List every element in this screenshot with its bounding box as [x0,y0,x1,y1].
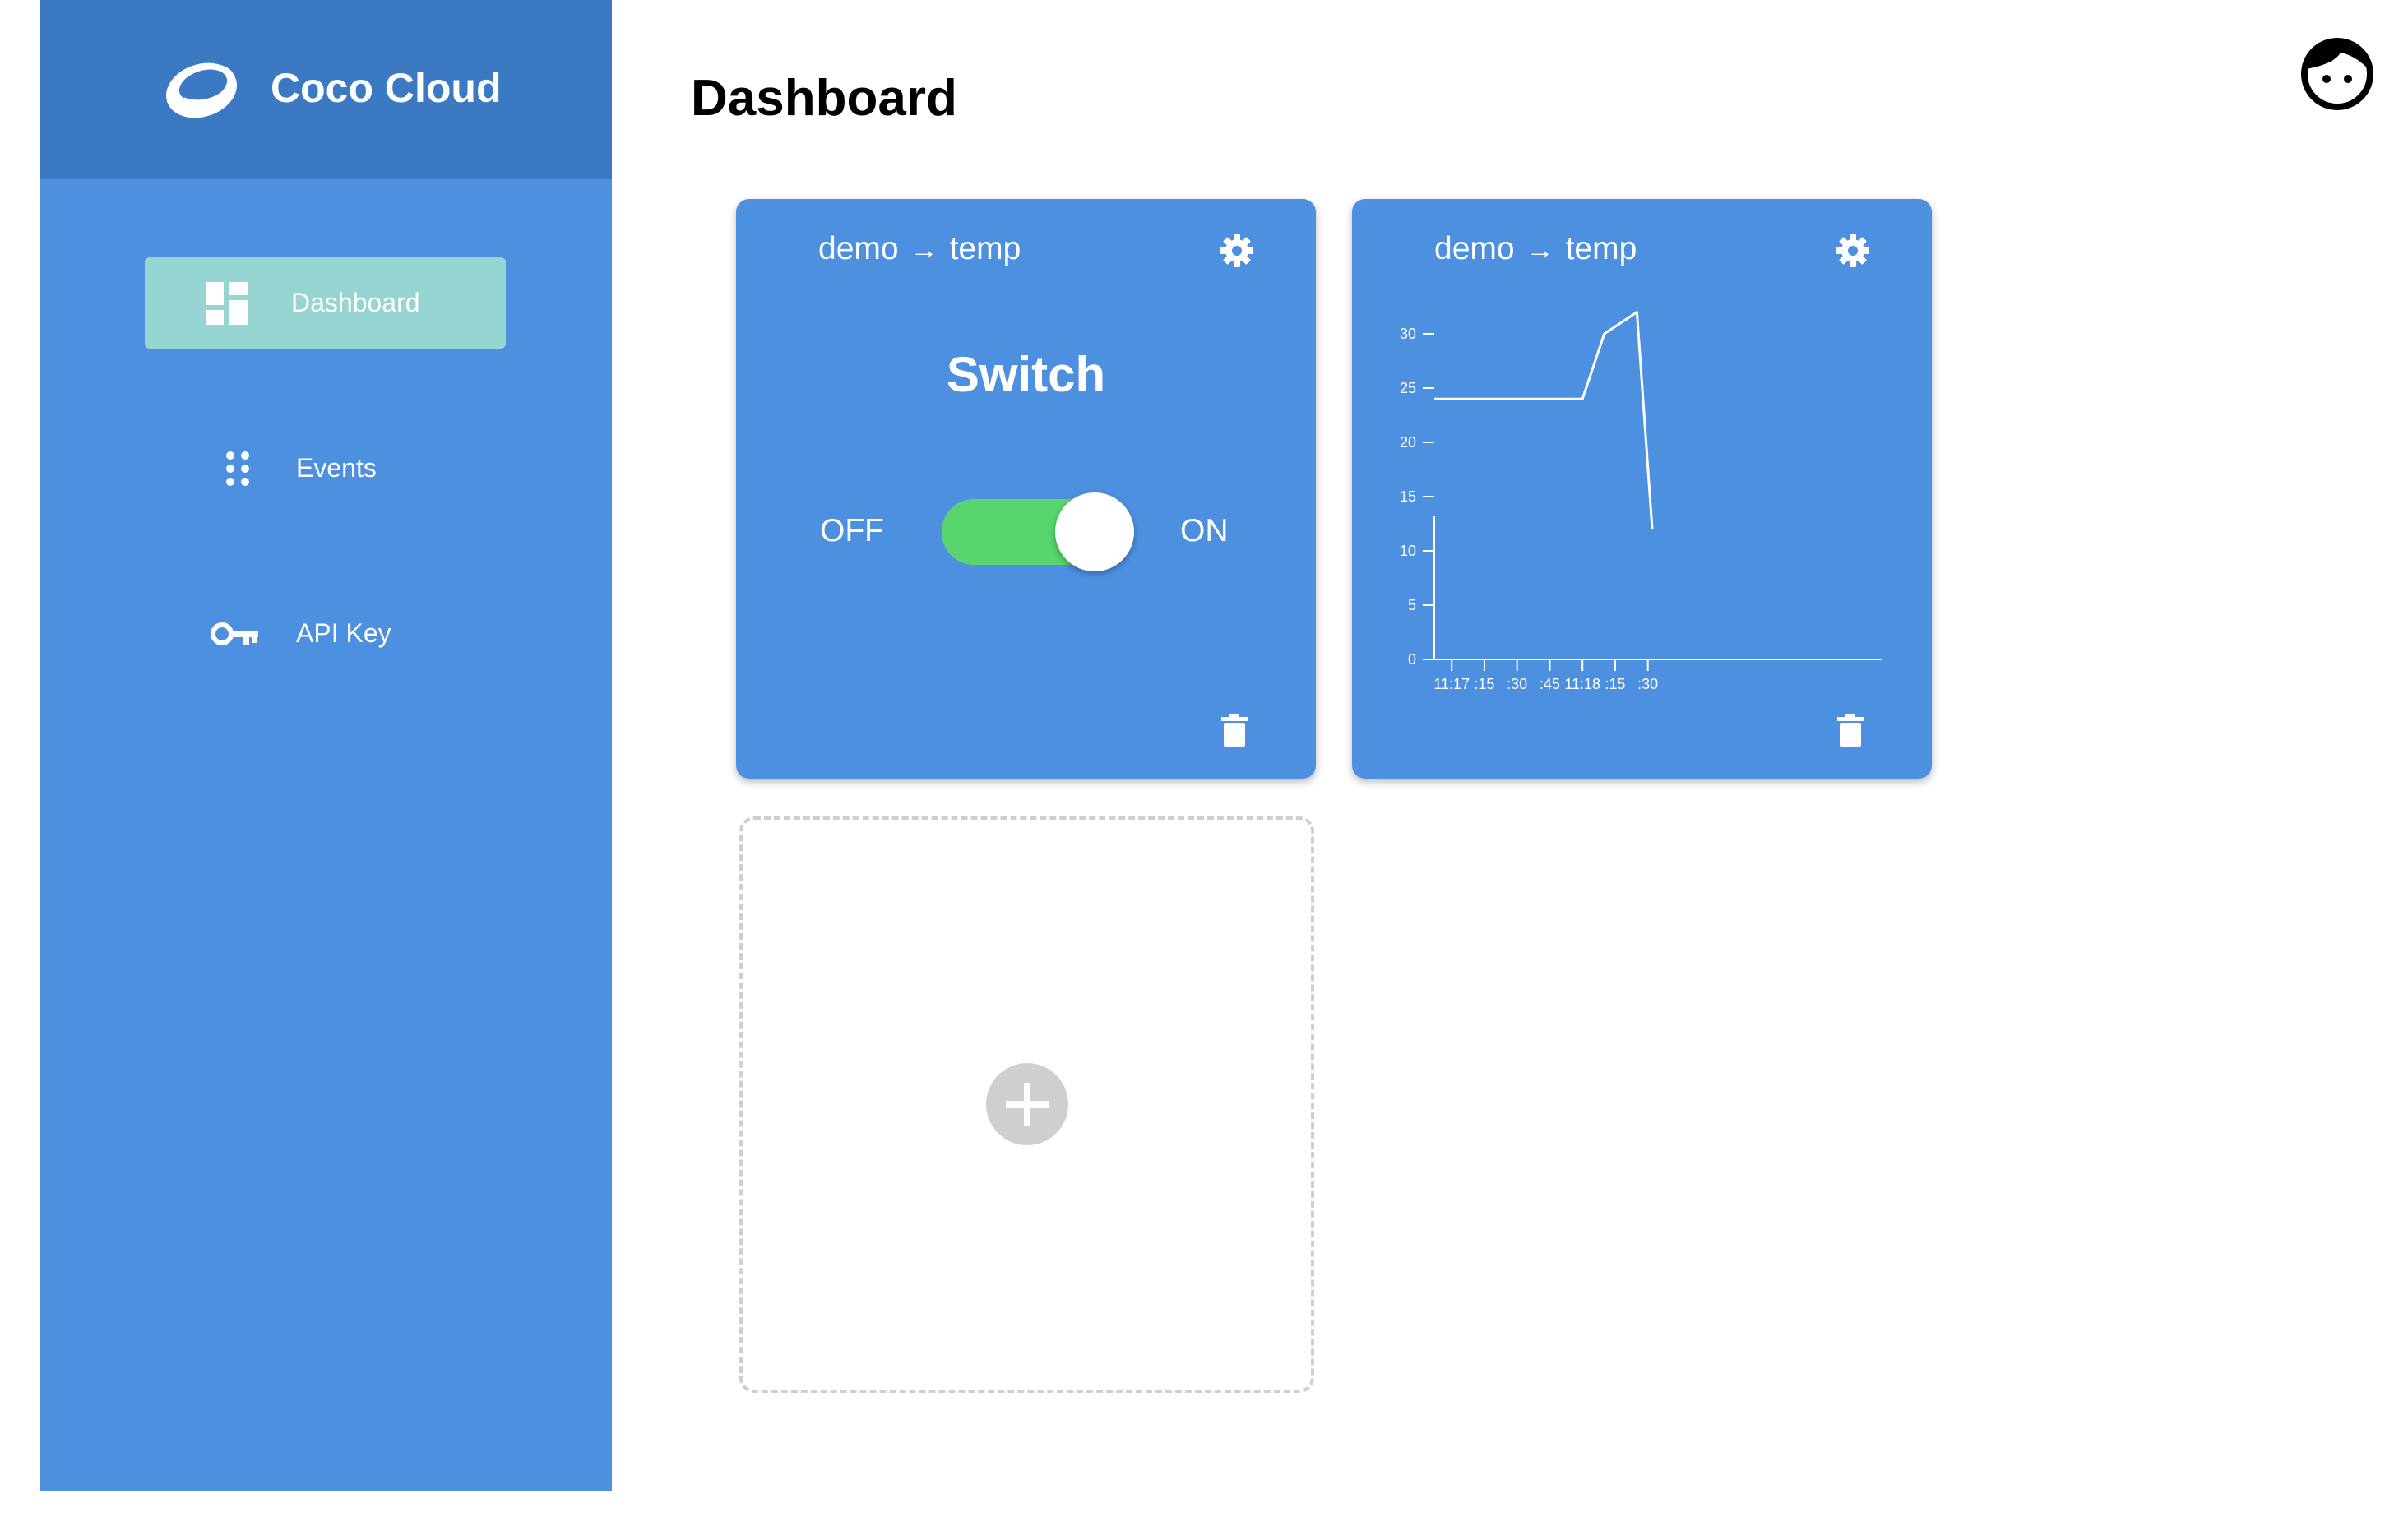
y-tick-label: 10 [1400,543,1416,559]
sidebar: Coco Cloud Dashboard Events API Key [40,0,612,1491]
y-tick-label: 15 [1400,488,1416,505]
gear-icon[interactable] [1220,234,1254,268]
x-tick-label: :30 [1637,676,1658,692]
switch-toggle[interactable] [942,492,1134,571]
y-tick-label: 30 [1400,326,1416,342]
coco-cloud-logo-icon [166,62,237,118]
add-widget-button[interactable] [986,1063,1068,1145]
sidebar-item-label: Dashboard [291,288,420,317]
switch-title: Switch [946,347,1106,402]
x-tick-label: :15 [1605,676,1625,692]
off-label: OFF [820,513,884,548]
y-tick-label: 25 [1400,380,1416,396]
plus-icon [1006,1083,1049,1126]
switch-widget-card: demo → temp Switch OFF ON [736,199,1316,779]
x-tick-label: 11:18 [1564,676,1600,692]
sidebar-item-events[interactable]: Events [145,423,506,514]
widget-title: demo → temp [818,229,1021,271]
series-line-temp [1434,311,1654,529]
widget-source: demo [818,231,899,266]
trash-icon[interactable] [1221,714,1248,747]
sidebar-item-dashboard[interactable]: Dashboard [145,257,506,349]
trash-icon[interactable] [1837,714,1864,747]
sidebar-item-label: API Key [296,618,391,648]
x-tick-label: :45 [1540,676,1560,692]
dashboard-icon [206,281,248,325]
dots-grid-icon [226,451,249,486]
key-icon [211,622,258,645]
x-tick-label: :30 [1507,676,1527,692]
page-title: Dashboard [691,70,957,127]
sidebar-item-api-key[interactable]: API Key [145,588,506,679]
temperature-line-chart: 05101520253011:17:15:30:45 11:18:15:30 [1400,311,1882,692]
x-tick-label: 11:17 [1433,676,1470,692]
y-tick-label: 20 [1400,434,1416,451]
y-tick-label: 5 [1408,597,1416,613]
on-label: ON [1180,513,1229,548]
sidebar-item-label: Events [296,453,377,483]
arrow-icon: → [910,234,938,266]
y-tick-label: 0 [1408,651,1416,668]
brand-name: Coco Cloud [271,65,502,111]
x-tick-label: :15 [1474,676,1494,692]
chart-widget-card: demo → temp 0 5 10 15 20 25 30 11:17:15:30:45 11:1… [1352,199,1932,779]
add-widget-placeholder[interactable] [739,816,1314,1393]
user-face-icon[interactable] [2299,36,2375,112]
sidebar-header: Coco Cloud [40,0,612,179]
toggle-knob[interactable] [1055,492,1134,571]
widget-target: temp [949,231,1021,266]
